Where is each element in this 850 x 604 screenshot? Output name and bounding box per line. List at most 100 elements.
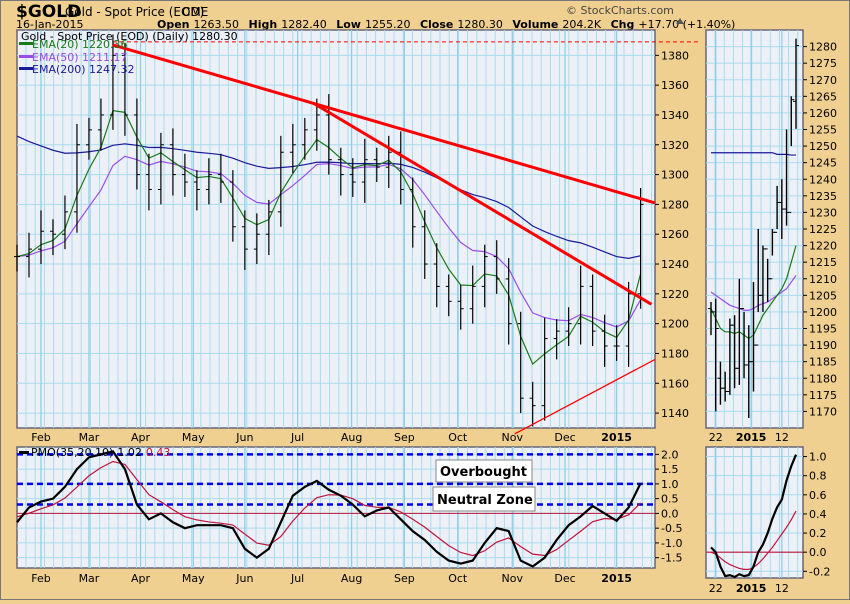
pmo-title: PMO(35,20,10) 1.02 0.43: [31, 446, 170, 459]
ema200-swatch: [19, 67, 33, 70]
x-tick-label: Feb: [31, 431, 50, 444]
high-label: High: [249, 18, 278, 31]
y-tick-label: 0.8: [809, 470, 827, 483]
y-tick-label: 1265: [809, 90, 837, 103]
x-tick-label: Jun: [235, 431, 253, 444]
x-tick-label: Dec: [554, 431, 575, 444]
y-tick-label: 2.0: [661, 448, 679, 461]
x-tick-label: Aug: [341, 431, 362, 444]
low-label: Low: [336, 18, 361, 31]
overbought-label: Overbought: [440, 465, 527, 480]
x-tick-label: 12: [775, 431, 789, 444]
x-tick-label: Apr: [131, 572, 151, 585]
y-tick-label: 1275: [809, 57, 837, 70]
x-tick-label: Mar: [79, 431, 100, 444]
chg-label: Chg: [611, 18, 635, 31]
signal-value: 0.43: [146, 446, 171, 459]
y-tick-label: 1.5: [661, 463, 679, 476]
y-tick-label: 1320: [661, 139, 689, 152]
legend-ema200: EMA(200) 1247.32: [32, 63, 135, 76]
low-value: 1255.20: [365, 18, 411, 31]
y-tick-label: 1220: [809, 240, 837, 253]
x-tick-label: Aug: [341, 572, 362, 585]
y-tick-label: 0.6: [809, 489, 827, 502]
y-tick-label: 1280: [661, 198, 689, 211]
y-tick-label: 0.2: [809, 527, 827, 540]
y-tick-label: 1225: [809, 223, 837, 236]
high-value: 1282.40: [281, 18, 327, 31]
y-tick-label: -0.2: [809, 565, 830, 578]
y-tick-label: 0.0: [809, 546, 827, 559]
y-tick-label: 1.0: [661, 478, 679, 491]
y-tick-label: -1.5: [661, 552, 682, 565]
x-tick-label: 2015: [736, 582, 767, 595]
neutral-zone-label: Neutral Zone: [437, 493, 533, 508]
x-tick-label: Nov: [502, 431, 524, 444]
chg-value: +17.70 (+1.40%): [638, 18, 735, 31]
x-tick-label: Jul: [290, 572, 304, 585]
y-tick-label: 1190: [809, 339, 837, 352]
y-tick-label: 1185: [809, 356, 837, 369]
x-tick-label: 22: [709, 431, 723, 444]
x-tick-label: 2015: [601, 431, 632, 444]
y-tick-label: 1170: [809, 405, 837, 418]
y-tick-label: 1230: [809, 206, 837, 219]
close-value: 1280.30: [457, 18, 503, 31]
y-tick-label: -1.0: [661, 537, 682, 550]
y-tick-label: 1180: [661, 347, 689, 360]
y-tick-label: 1200: [809, 306, 837, 319]
y-tick-label: 1360: [661, 79, 689, 92]
y-tick-label: 1175: [809, 389, 837, 402]
pmo-value: 1.02: [117, 446, 142, 459]
x-tick-label: Sep: [394, 572, 415, 585]
y-tick-label: 1270: [809, 74, 837, 87]
copyright: © StockCharts.com: [566, 4, 674, 17]
x-tick-label: Feb: [31, 572, 50, 585]
x-tick-label: 2015: [601, 572, 632, 585]
x-tick-label: 22: [709, 582, 723, 595]
y-tick-label: 1195: [809, 323, 837, 336]
x-tick-label: Jun: [235, 572, 253, 585]
legend-ema20: EMA(20) 1220.36: [32, 38, 128, 51]
y-tick-label: 1200: [661, 318, 689, 331]
y-tick-label: 1.0: [809, 451, 827, 464]
x-tick-label: Mar: [79, 572, 100, 585]
pmo-label: PMO(35,20,10): [31, 446, 113, 459]
y-tick-label: 1340: [661, 109, 689, 122]
y-tick-label: 1160: [661, 377, 689, 390]
close-label: Close: [420, 18, 453, 31]
y-tick-label: 1260: [809, 107, 837, 120]
x-tick-label: Dec: [554, 572, 575, 585]
x-tick-label: May: [182, 431, 205, 444]
x-tick-label: Oct: [448, 431, 468, 444]
x-tick-label: Oct: [448, 572, 468, 585]
volume-value: 204.2K: [562, 18, 601, 31]
y-tick-label: -0.5: [661, 522, 682, 535]
y-tick-label: 1235: [809, 190, 837, 203]
x-tick-label: Sep: [394, 431, 415, 444]
y-tick-label: 1240: [809, 173, 837, 186]
x-tick-label: Jul: [290, 431, 304, 444]
pmo-panel: -1.5 -1.0 -0.5 0.00.5 1.0 1.5 2.0 Feb Mar Apr May J…: [16, 446, 682, 585]
y-tick-label: 1210: [809, 273, 837, 286]
y-tick-label: 1240: [661, 258, 689, 271]
ema50-swatch: [19, 55, 33, 58]
pmo-swatch: [19, 451, 29, 454]
exchange: CME: [182, 5, 208, 19]
price-panel: 1140 1160 1180 1200 1220 1240 1260 1280 1300 1320…: [14, 29, 700, 444]
x-tick-label: Nov: [502, 572, 524, 585]
y-tick-label: 1255: [809, 124, 837, 137]
y-tick-label: 1205: [809, 289, 837, 302]
y-tick-label: 1300: [661, 169, 689, 182]
ema20-swatch: [19, 42, 33, 45]
y-tick-label: 1220: [661, 288, 689, 301]
y-tick-label: 1215: [809, 256, 837, 269]
y-tick-label: 1180: [809, 372, 837, 385]
y-tick-label: 1250: [809, 140, 837, 153]
x-tick-label: 2015: [736, 431, 767, 444]
x-tick-label: May: [182, 572, 205, 585]
x-tick-label: 12: [775, 582, 789, 595]
y-tick-label: 1380: [661, 49, 689, 62]
stock-chart: $GOLD Gold - Spot Price (EOD) CME © Stoc…: [0, 0, 850, 600]
y-tick-label: 0.0: [661, 507, 679, 520]
